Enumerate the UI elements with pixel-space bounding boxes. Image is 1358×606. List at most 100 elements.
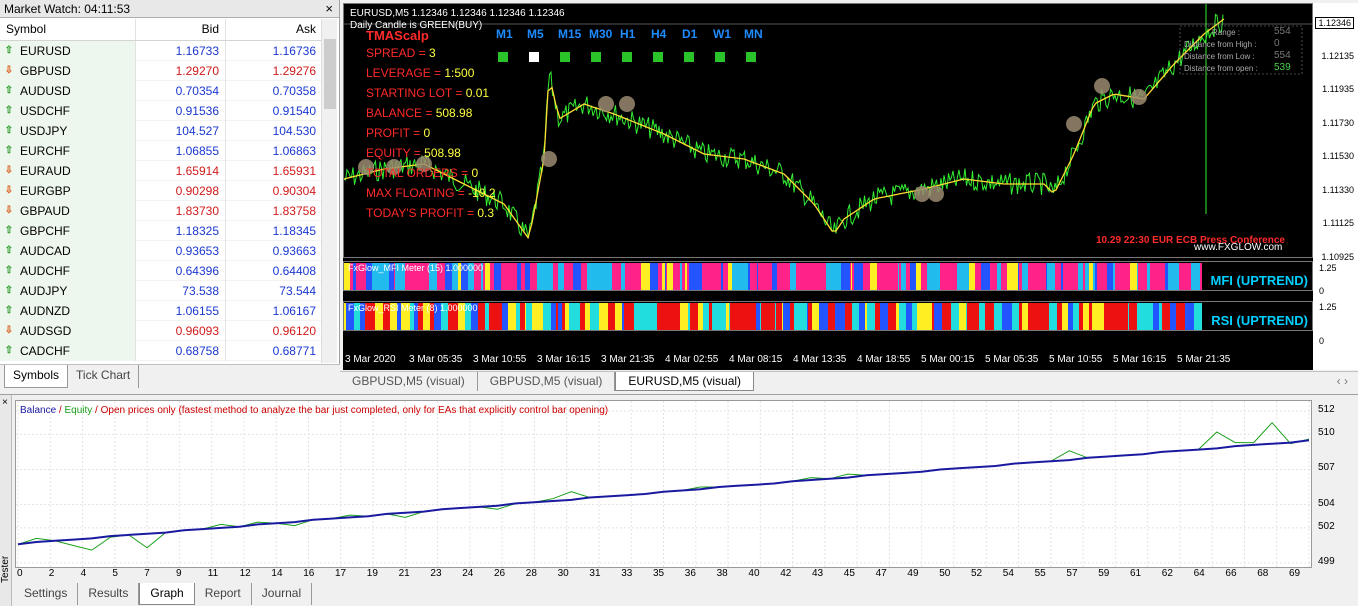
graph-x-tick: 52 — [971, 568, 983, 579]
symbol-cell[interactable]: ⇩ EURAUD — [0, 160, 136, 181]
symbol-cell[interactable]: ⇧ USDCHF — [0, 100, 136, 121]
symbol-row[interactable]: ⇧ GBPCHF 1.18325 1.18345 — [0, 220, 322, 241]
timeframe-status-icon — [529, 52, 539, 62]
meter-bar — [765, 263, 772, 290]
meter-bar — [1007, 263, 1009, 290]
timeframe-label[interactable]: H4 — [651, 27, 666, 41]
tab-results[interactable]: Results — [78, 583, 140, 605]
meter-bar — [690, 303, 698, 330]
chart-tab-nav-icon[interactable]: ‹ › — [1337, 374, 1348, 388]
symbol-cell[interactable]: ⇧ AUDJPY — [0, 280, 136, 301]
symbol-row[interactable]: ⇧ USDJPY 104.527 104.530 — [0, 120, 322, 141]
tab-journal[interactable]: Journal — [252, 583, 313, 605]
close-icon[interactable]: × — [2, 397, 8, 408]
timeframe-label[interactable]: W1 — [713, 27, 731, 41]
symbol-cell[interactable]: ⇧ AUDUSD — [0, 80, 136, 101]
meter-bar — [1022, 303, 1028, 330]
tab-symbols[interactable]: Symbols — [4, 365, 69, 388]
graph-x-tick: 35 — [653, 568, 665, 579]
symbol-cell[interactable]: ⇧ CADCHF — [0, 340, 136, 361]
meter-bar — [490, 263, 494, 290]
meter-bar — [520, 303, 525, 330]
tab-report[interactable]: Report — [195, 583, 252, 605]
symbol-row[interactable]: ⇧ USDCHF 0.91536 0.91540 — [0, 100, 322, 121]
meter-bar — [1191, 263, 1200, 290]
meter-bar — [1089, 303, 1092, 330]
symbol-cell[interactable]: ⇧ AUDCHF — [0, 260, 136, 281]
ask-cell: 1.16736 — [272, 43, 316, 58]
timeframe-label[interactable]: M15 — [558, 27, 581, 41]
column-header-ask[interactable]: Ask — [226, 19, 322, 40]
symbol-cell[interactable]: ⇩ AUDSGD — [0, 320, 136, 341]
symbol-row[interactable]: ⇩ EURAUD 1.65914 1.65931 — [0, 160, 322, 181]
graph-x-tick: 68 — [1257, 568, 1269, 579]
timeframe-label[interactable]: M5 — [527, 27, 544, 41]
symbol-row[interactable]: ⇩ AUDSGD 0.96093 0.96120 — [0, 320, 322, 341]
price-axis: 1.25 0 1.25 0 1.12346 1.12135 1.11935 1.117… — [1313, 3, 1358, 370]
column-header-symbol[interactable]: Symbol — [0, 19, 136, 40]
timeframe-label[interactable]: M30 — [589, 27, 612, 41]
time-tick: 3 Mar 05:35 — [409, 354, 463, 365]
timeframe-label[interactable]: D1 — [682, 27, 697, 41]
timeframe-label[interactable]: M1 — [496, 27, 513, 41]
bid-cell: 0.64396 — [136, 260, 226, 281]
meter-bar — [875, 303, 877, 330]
symbol-cell[interactable]: ⇩ GBPAUD — [0, 200, 136, 221]
meter-bar — [1180, 263, 1188, 290]
timeframe-status-icon — [498, 52, 508, 62]
meter-bar — [959, 303, 966, 330]
tab-graph[interactable]: Graph — [139, 583, 195, 605]
meter-bar — [1115, 303, 1121, 330]
symbol-cell[interactable]: ⇧ AUDCAD — [0, 240, 136, 261]
symbol-cell[interactable]: ⇧ AUDNZD — [0, 300, 136, 321]
symbol-row[interactable]: ⇧ AUDUSD 0.70354 0.70358 — [0, 80, 322, 101]
symbol-cell[interactable]: ⇧ EURUSD — [0, 40, 136, 61]
tab-chart-eurusd[interactable]: EURUSD,M5 (visual) — [615, 372, 755, 391]
trade-marker — [619, 96, 635, 112]
bid-cell: 1.29270 — [136, 60, 226, 81]
meter-bar — [614, 303, 615, 330]
legend-mode: Open prices only (fastest method to anal… — [100, 405, 609, 416]
column-header-bid[interactable]: Bid — [136, 19, 226, 40]
meter-bar — [502, 303, 508, 330]
chart-window[interactable]: EURUSD,M5 1.12346 1.12346 1.12346 1.1234… — [343, 3, 1358, 370]
time-tick: 3 Mar 21:35 — [601, 354, 655, 365]
meter-bar — [1097, 263, 1102, 290]
symbol-cell[interactable]: ⇧ USDJPY — [0, 120, 136, 141]
price-tick: 1.11935 — [1322, 84, 1354, 94]
tab-chart-gbpusd-2[interactable]: GBPUSD,M5 (visual) — [478, 372, 616, 391]
meter-bar — [1115, 263, 1121, 290]
symbol-row[interactable]: ⇩ GBPAUD 1.83730 1.83758 — [0, 200, 322, 221]
price-chart[interactable]: EURUSD,M5 1.12346 1.12346 1.12346 1.1234… — [343, 3, 1313, 258]
bid-cell: 0.70354 — [136, 80, 226, 101]
symbol-row[interactable]: ⇧ EURUSD 1.16733 1.16736 — [0, 40, 322, 61]
symbol-row[interactable]: ⇧ AUDNZD 1.06155 1.06167 — [0, 300, 322, 321]
tab-tick-chart[interactable]: Tick Chart — [68, 365, 140, 388]
meter-bar — [608, 303, 609, 330]
arrow-up-icon: ⇧ — [4, 84, 14, 96]
symbol-cell[interactable]: ⇩ GBPUSD — [0, 60, 136, 81]
scrollbar-thumb[interactable] — [324, 39, 336, 109]
meter-bar — [726, 303, 729, 330]
tab-settings[interactable]: Settings — [14, 583, 79, 605]
symbol-cell[interactable]: ⇩ EURGBP — [0, 180, 136, 201]
meter-bar — [951, 263, 952, 290]
symbol-cell[interactable]: ⇧ GBPCHF — [0, 220, 136, 241]
symbol-row[interactable]: ⇩ EURGBP 0.90298 0.90304 — [0, 180, 322, 201]
symbol-row[interactable]: ⇧ AUDCAD 0.93653 0.93663 — [0, 240, 322, 261]
timeframe-label[interactable]: H1 — [620, 27, 635, 41]
symbol-row[interactable]: ⇧ CADCHF 0.68758 0.68771 — [0, 340, 322, 361]
meter-bar — [942, 303, 951, 330]
time-tick: 5 Mar 00:15 — [921, 354, 975, 365]
symbol-row[interactable]: ⇧ EURCHF 1.06855 1.06863 — [0, 140, 322, 161]
scrollbar[interactable] — [321, 19, 337, 363]
symbol-row[interactable]: ⇩ GBPUSD 1.29270 1.29276 — [0, 60, 322, 81]
symbol-row[interactable]: ⇧ AUDCHF 0.64396 0.64408 — [0, 260, 322, 281]
symbol-cell[interactable]: ⇧ EURCHF — [0, 140, 136, 161]
meter-bar — [910, 263, 916, 290]
arrow-down-icon: ⇩ — [4, 184, 14, 196]
symbol-row[interactable]: ⇧ AUDJPY 73.538 73.544 — [0, 280, 322, 301]
close-icon[interactable]: × — [325, 1, 333, 16]
tab-chart-gbpusd-1[interactable]: GBPUSD,M5 (visual) — [340, 372, 478, 391]
timeframe-label[interactable]: MN — [744, 27, 763, 41]
